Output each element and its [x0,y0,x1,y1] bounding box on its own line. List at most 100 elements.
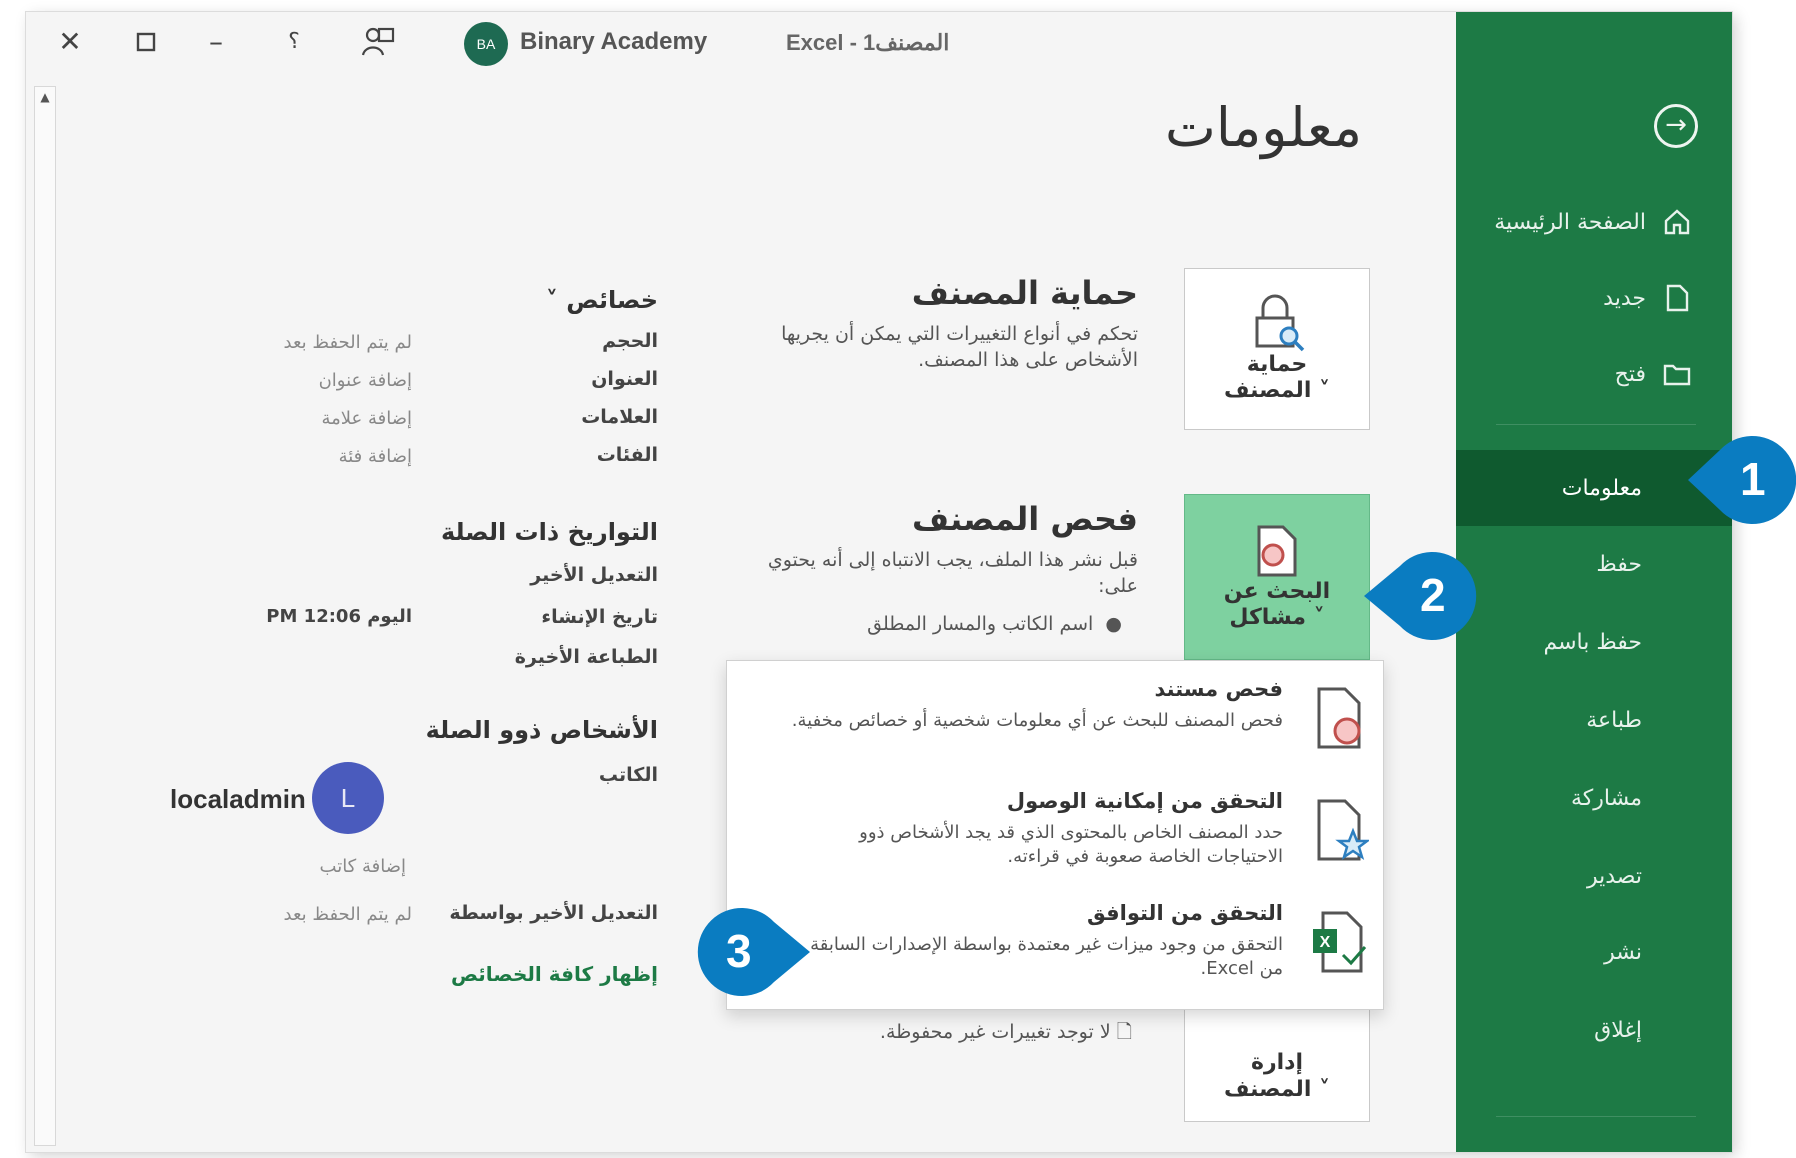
nav-item-new[interactable]: جديد [1456,266,1732,330]
protect-desc: تحكم في أنواع التغييرات التي يمكن أن يجر… [781,323,1138,371]
author-name[interactable]: localadmin [170,784,306,815]
inspect-document-title: فحص مستند [1154,677,1284,701]
nav-print-label: طباعة [1586,707,1642,733]
callout-2-number: 2 [1420,569,1446,621]
check-issues-label-2: مشاكل ˅ [1229,605,1325,630]
manage-label-2: المصنف ˅ [1223,1076,1331,1102]
feedback-icon[interactable] [356,22,400,62]
manage-desc: لا توجد تغييرات غير محفوظة. [879,1021,1111,1043]
lock-icon [1255,294,1305,351]
check-compatibility-item[interactable]: X التحقق من التوافق التحقق من وجود ميزات… [727,895,1383,1007]
prop-size-label: الحجم [602,330,658,352]
bullet-dot: ● [1093,613,1122,635]
page-title: معلومات [1165,96,1362,159]
last-printed-label: الطباعة الأخيرة [514,646,658,668]
prop-title-value[interactable]: إضافة عنوان [192,370,412,391]
protect-workbook-button[interactable]: حماية المصنف ˅ [1184,268,1370,430]
callout-3-number: 3 [726,925,752,977]
check-compatibility-desc: التحقق من وجود ميزات غير معتمدة بواسطة ا… [810,934,1283,980]
nav-item-home[interactable]: الصفحة الرئيسية [1456,190,1732,254]
nav-close-label: إغلاق [1594,1017,1642,1043]
accessibility-icon [1317,799,1369,861]
nav-item-save-as[interactable]: حفظ باسم [1456,610,1732,674]
vertical-scrollbar[interactable]: ▲ [34,86,56,1146]
nav-item-export[interactable]: تصدير [1456,844,1732,908]
inspect-bullet-text: اسم الكاتب والمسار المطلق [867,613,1094,635]
nav-export-label: تصدير [1586,863,1642,889]
prop-tags-label: العلامات [581,406,658,428]
nav-item-open[interactable]: فتح [1456,342,1732,406]
user-name[interactable]: Binary Academy [520,28,707,56]
show-all-properties-link[interactable]: إظهار كافة الخصائص [451,962,658,986]
protect-label-2: المصنف ˅ [1223,378,1331,403]
new-file-icon [1662,283,1692,313]
nav-item-publish[interactable]: نشر [1456,920,1732,984]
check-for-issues-button[interactable]: البحث عن مشاكل ˅ [1184,494,1370,660]
properties-heading[interactable]: خصائص ˅ [546,286,658,314]
check-issues-dropdown: فحص مستند فحص المصنف للبحث عن أي معلومات… [726,660,1384,1010]
nav-separator [1496,424,1696,425]
last-modified-by-value: لم يتم الحفظ بعد [283,904,413,925]
protect-label-1: حماية [1246,351,1308,377]
nav-save-label: حفظ [1596,551,1642,577]
maximize-icon[interactable] [124,22,168,62]
related-people-heading: الأشخاص ذوو الصلة [425,716,658,744]
save-status-icon: 🗋 [1110,1021,1132,1043]
svg-text:X: X [1320,934,1331,951]
inspect-title: فحص المصنف [912,500,1138,538]
protect-title: حماية المصنف [911,274,1138,312]
close-icon[interactable]: ✕ [48,22,92,62]
backstage-nav: → الصفحة الرئيسية جديد فتح معلومات حفظ ح… [1456,12,1732,1152]
document-title: Excel - المصنف1 [786,30,950,55]
author-avatar[interactable]: L [312,762,384,834]
callout-1: 1 [1684,428,1796,532]
nav-publish-label: نشر [1604,939,1642,965]
callout-3-shape [697,908,810,996]
related-dates-heading: التواريخ ذات الصلة [440,518,658,546]
help-icon[interactable]: ؟ [272,22,316,62]
manage-desc-row: 🗋 لا توجد تغييرات غير محفوظة. [812,1020,1132,1046]
last-modified-by-label: التعديل الأخير بواسطة [449,902,658,924]
prop-title-label: العنوان [591,368,658,390]
callout-2: 2 [1360,544,1477,648]
back-arrow-icon[interactable]: → [1654,104,1698,148]
manage-label-1: إدارة [1250,1050,1304,1076]
prop-tags-value[interactable]: إضافة علامة [192,408,412,429]
inspect-document-item[interactable]: فحص مستند فحص المصنف للبحث عن أي معلومات… [727,671,1383,783]
check-accessibility-title: التحقق من إمكانية الوصول [1006,789,1283,813]
nav-home-label: الصفحة الرئيسية [1494,209,1646,235]
inspect-document-icon [1317,687,1361,749]
check-issues-label-1: البحث عن [1223,578,1331,604]
inspect-document-icon [1257,525,1297,577]
nav-share-label: مشاركة [1570,785,1642,811]
created-label: تاريخ الإنشاء [541,606,658,628]
open-folder-icon [1662,359,1692,389]
inspect-desc: قبل نشر هذا الملف، يجب الانتباه إلى أنه … [767,549,1138,597]
nav-item-save[interactable]: حفظ [1456,532,1732,596]
last-modified-label: التعديل الأخير [530,564,658,586]
created-value: اليوم PM 12:06 [266,606,412,627]
nav-save-as-label: حفظ باسم [1543,629,1642,655]
inspect-document-desc: فحص المصنف للبحث عن أي معلومات شخصية أو … [791,710,1283,731]
home-icon [1662,207,1692,237]
user-avatar[interactable]: BA [464,22,508,66]
add-author-link[interactable]: إضافة كاتب [256,856,406,877]
title-bar: ✕ – ؟ BA Binary Academy Excel - المصنف1 [26,12,1456,68]
check-accessibility-desc: حدد المصنف الخاص بالمحتوى الذي قد يجد ال… [859,822,1283,868]
minimize-icon[interactable]: – [194,22,238,62]
nav-info-label: معلومات [1561,475,1642,501]
inspect-bullet: ● اسم الكاتب والمسار المطلق [742,612,1122,638]
nav-item-print[interactable]: طباعة [1456,688,1732,752]
nav-item-close[interactable]: إغلاق [1456,998,1732,1062]
scroll-up-icon[interactable]: ▲ [35,87,55,107]
check-compatibility-title: التحقق من التوافق [1086,901,1283,925]
nav-new-label: جديد [1603,285,1646,311]
callout-3: 3 [690,900,810,1004]
nav-open-label: فتح [1614,361,1646,387]
prop-categories-label: الفئات [596,444,658,466]
check-accessibility-item[interactable]: التحقق من إمكانية الوصول حدد المصنف الخا… [727,783,1383,895]
prop-categories-value[interactable]: إضافة فئة [192,446,412,467]
nav-item-share[interactable]: مشاركة [1456,766,1732,830]
compatibility-icon: X [1313,911,1367,973]
callout-1-number: 1 [1740,453,1766,505]
